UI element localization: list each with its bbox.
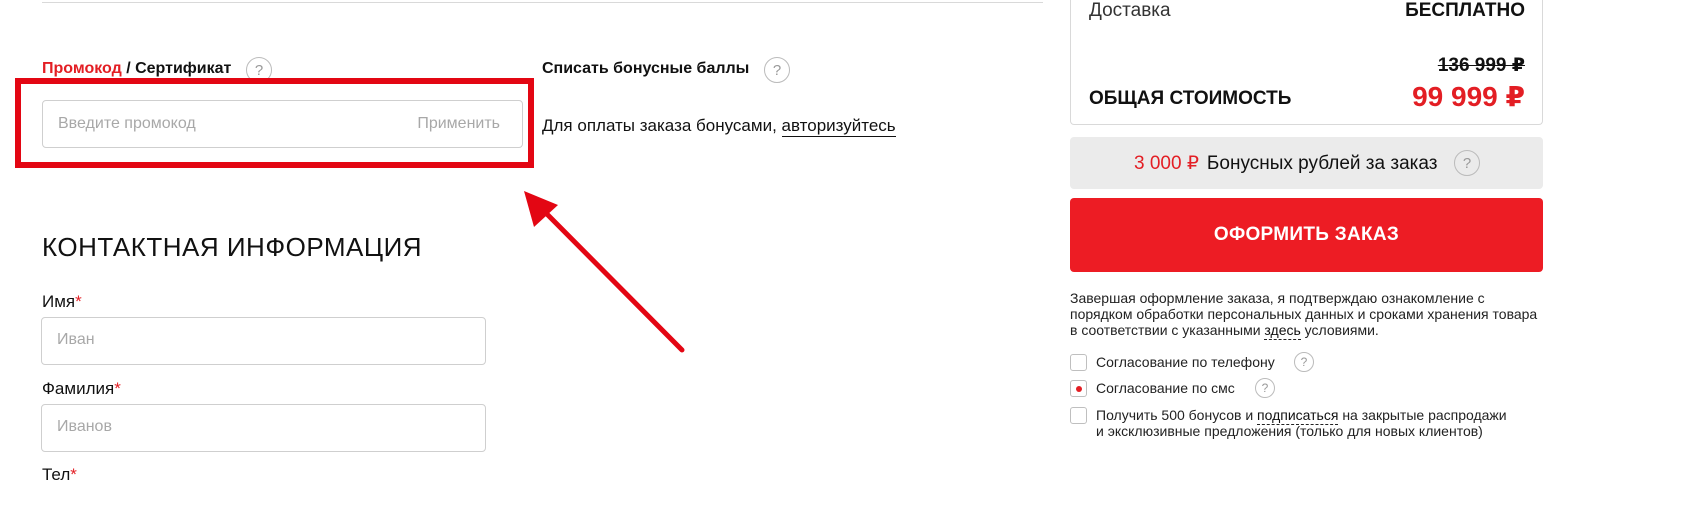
first-name-placeholder: Иван [57,331,95,348]
bonus-amount: 3 000 ₽ [1134,153,1199,174]
bonus-header: Списать бонусные баллы ? [542,57,790,83]
promo-tab-link[interactable]: Промокод [42,60,122,77]
option-phone-checkbox[interactable] [1070,354,1087,371]
bonus-help-icon[interactable]: ? [764,57,790,83]
promo-separator: / [121,60,136,77]
phone-label: Тел* [42,465,77,485]
certificate-tab-link[interactable]: Сертификат [135,60,231,77]
delivery-value: БЕСПЛАТНО [1405,0,1525,21]
required-mark: * [75,292,82,311]
bonus-title: Списать бонусные баллы [542,60,750,77]
promo-header: Промокод / Сертификат ? [42,57,272,83]
phone-label-text: Тел [42,465,71,484]
option-phone-label: Согласование по телефону [1096,354,1275,370]
first-name-label-text: Имя [42,292,76,311]
bonus-info-bar: 3 000 ₽ Бонусных рублей за заказ ? [1070,137,1543,189]
old-price: 136 999 ₽ [1437,55,1525,76]
last-name-placeholder: Иванов [57,418,112,435]
agreement-link[interactable]: здесь [1264,322,1301,340]
option-sms-label: Согласование по смс [1096,380,1235,396]
login-link[interactable]: авторизуйтесь [781,116,896,137]
contact-section-title: КОНТАКТНАЯ ИНФОРМАЦИЯ [42,232,423,262]
selected-dot-icon [1076,386,1082,392]
agreement-text: Завершая оформление заказа, я подтвержда… [1070,290,1540,340]
total-value: 99 999 ₽ [1412,81,1525,112]
bonus-info: 3 000 ₽ Бонусных рублей за заказ ? [1134,150,1480,176]
option-sms-help-icon[interactable]: ? [1255,378,1275,398]
last-name-input[interactable]: Иванов [41,404,486,452]
agreement-text-after: условиями. [1300,322,1379,338]
total-label: ОБЩАЯ СТОИМОСТЬ [1089,88,1292,109]
place-order-button[interactable]: ОФОРМИТЬ ЗАКАЗ [1070,198,1543,272]
top-divider [42,2,1043,3]
bonus-info-help-icon[interactable]: ? [1454,150,1480,176]
delivery-label: Доставка [1089,0,1171,21]
option-sms-radio[interactable] [1070,380,1087,397]
first-name-label: Имя* [42,292,82,312]
first-name-input[interactable]: Иван [41,317,486,365]
required-mark: * [114,379,121,398]
bonus-login-prefix: Для оплаты заказа бонусами, [542,116,782,135]
option-subscribe-label: Получить 500 бонусов и подписаться на за… [1096,407,1516,439]
bonus-info-text: Бонусных рублей за заказ [1206,153,1438,174]
option-phone-help-icon[interactable]: ? [1294,352,1314,372]
annotation-arrow-icon [524,191,685,353]
last-name-label: Фамилия* [42,379,121,399]
required-mark: * [70,465,77,484]
annotation-highlight-frame [15,78,534,168]
last-name-label-text: Фамилия [42,379,115,398]
bonus-login-text: Для оплаты заказа бонусами, авторизуйтес… [542,116,896,137]
option-subscribe-text-before: Получить 500 бонусов и [1096,407,1258,423]
option-subscribe-checkbox[interactable] [1070,407,1087,424]
